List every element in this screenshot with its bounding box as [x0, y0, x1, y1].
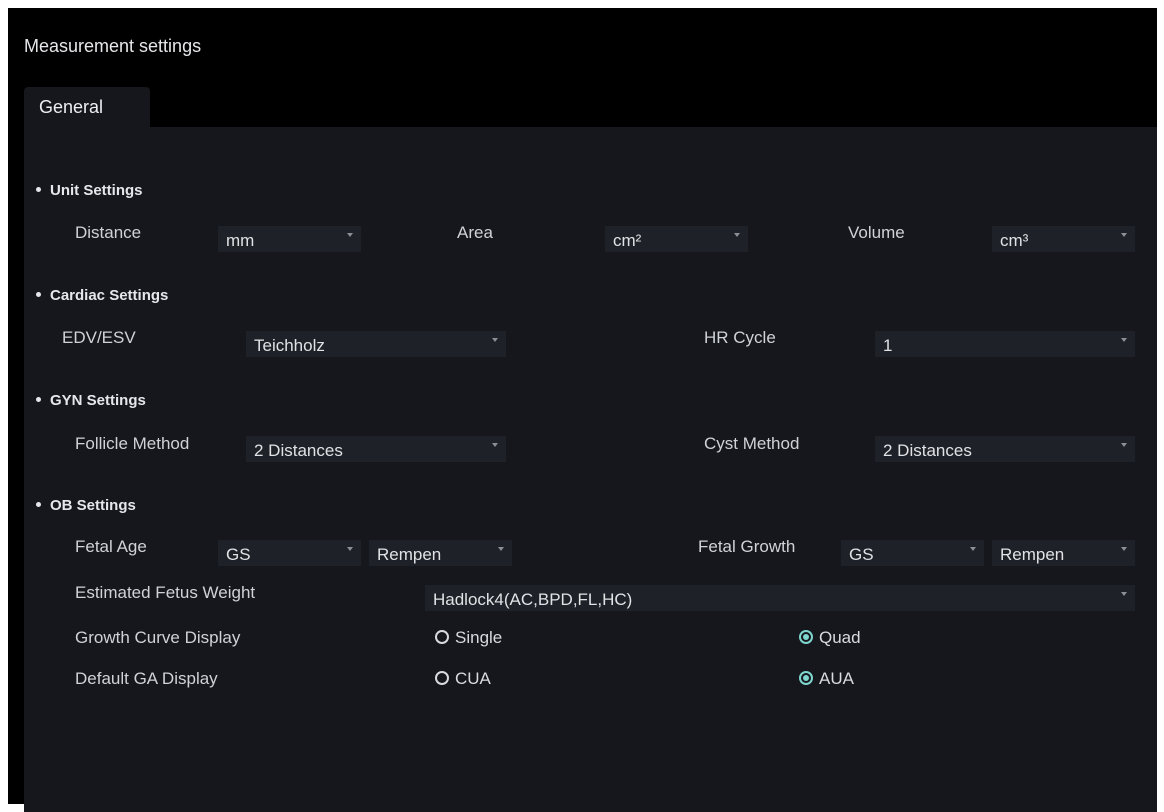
fetal-growth-method-dropdown[interactable]: GS [841, 540, 984, 566]
fetal-growth-label: Fetal Growth [698, 537, 796, 556]
area-dropdown[interactable]: cm² [605, 226, 748, 252]
caret-down-icon [1121, 233, 1127, 237]
follicle-method-dropdown[interactable]: 2 Distances [246, 436, 506, 462]
default-ga-display-label: Default GA Display [75, 669, 218, 688]
caret-down-icon [1121, 547, 1127, 551]
growth-curve-quad-radio[interactable]: Quad [799, 628, 861, 648]
fetal-age-author-dropdown[interactable]: Rempen [369, 540, 512, 566]
radio-label: Quad [819, 628, 861, 647]
radio-unchecked-icon [435, 670, 449, 685]
radio-label: Single [455, 628, 503, 647]
growth-curve-single-radio[interactable]: Single [435, 628, 502, 648]
hr-cycle-label: HR Cycle [704, 328, 776, 347]
hr-cycle-value: 1 [883, 336, 893, 355]
fetal-growth-author-value: Rempen [1000, 545, 1065, 564]
estimated-fetus-weight-dropdown[interactable]: Hadlock4(AC,BPD,FL,HC) [425, 585, 1135, 611]
radio-label: CUA [455, 669, 491, 688]
section-ob-settings: OB Settings [36, 497, 136, 514]
distance-dropdown[interactable]: mm [218, 226, 361, 252]
caret-down-icon [1121, 443, 1127, 447]
default-ga-cua-radio[interactable]: CUA [435, 669, 491, 689]
caret-down-icon [498, 547, 504, 551]
volume-label: Volume [848, 223, 905, 242]
cyst-method-label: Cyst Method [704, 434, 800, 453]
estimated-fetus-weight-label: Estimated Fetus Weight [75, 583, 256, 602]
hr-cycle-dropdown[interactable]: 1 [875, 331, 1135, 357]
cyst-method-value: 2 Distances [883, 441, 972, 460]
radio-checked-icon [799, 629, 813, 644]
fetal-growth-author-dropdown[interactable]: Rempen [992, 540, 1135, 566]
section-gyn-settings: GYN Settings [36, 392, 146, 409]
edv-esv-value: Teichholz [254, 336, 325, 355]
edv-esv-dropdown[interactable]: Teichholz [246, 331, 506, 357]
caret-down-icon [1121, 592, 1127, 596]
caret-down-icon [347, 233, 353, 237]
caret-down-icon [492, 443, 498, 447]
volume-value: cm³ [1000, 231, 1029, 250]
edv-esv-label: EDV/ESV [62, 328, 136, 347]
fetal-growth-method-value: GS [849, 545, 874, 564]
section-heading: OB Settings [50, 497, 136, 514]
cyst-method-dropdown[interactable]: 2 Distances [875, 436, 1135, 462]
tab-general[interactable]: General [24, 87, 150, 127]
bullet-icon [36, 396, 41, 402]
fetal-age-label: Fetal Age [75, 537, 147, 556]
fetal-age-method-dropdown[interactable]: GS [218, 540, 361, 566]
fetal-age-method-value: GS [226, 545, 251, 564]
measurement-settings-window: Measurement settings General Unit Settin… [8, 8, 1157, 812]
section-heading: Unit Settings [50, 182, 143, 199]
growth-curve-display-label: Growth Curve Display [75, 628, 241, 647]
radio-unchecked-icon [435, 629, 449, 644]
section-heading: GYN Settings [50, 392, 146, 409]
distance-value: mm [226, 231, 255, 250]
section-heading: Cardiac Settings [50, 287, 169, 304]
estimated-fetus-weight-value: Hadlock4(AC,BPD,FL,HC) [433, 590, 633, 609]
area-value: cm² [613, 231, 642, 250]
section-cardiac-settings: Cardiac Settings [36, 287, 168, 304]
bullet-icon [36, 186, 41, 192]
caret-down-icon [970, 547, 976, 551]
caret-down-icon [347, 547, 353, 551]
bullet-icon [36, 291, 41, 297]
window-title: Measurement settings [24, 36, 202, 56]
caret-down-icon [734, 233, 740, 237]
distance-label: Distance [75, 223, 142, 242]
default-ga-aua-radio[interactable]: AUA [799, 669, 854, 689]
section-unit-settings: Unit Settings [36, 182, 143, 199]
follicle-method-value: 2 Distances [254, 441, 343, 460]
radio-label: AUA [819, 669, 854, 688]
fetal-age-author-value: Rempen [377, 545, 442, 564]
caret-down-icon [492, 338, 498, 342]
caret-down-icon [1121, 338, 1127, 342]
general-panel: Unit Settings Distance mm Area cm² Volum… [24, 127, 1157, 812]
follicle-method-label: Follicle Method [75, 434, 190, 453]
radio-checked-icon [799, 670, 813, 685]
volume-dropdown[interactable]: cm³ [992, 226, 1135, 252]
bullet-icon [36, 501, 41, 507]
area-label: Area [457, 223, 493, 242]
